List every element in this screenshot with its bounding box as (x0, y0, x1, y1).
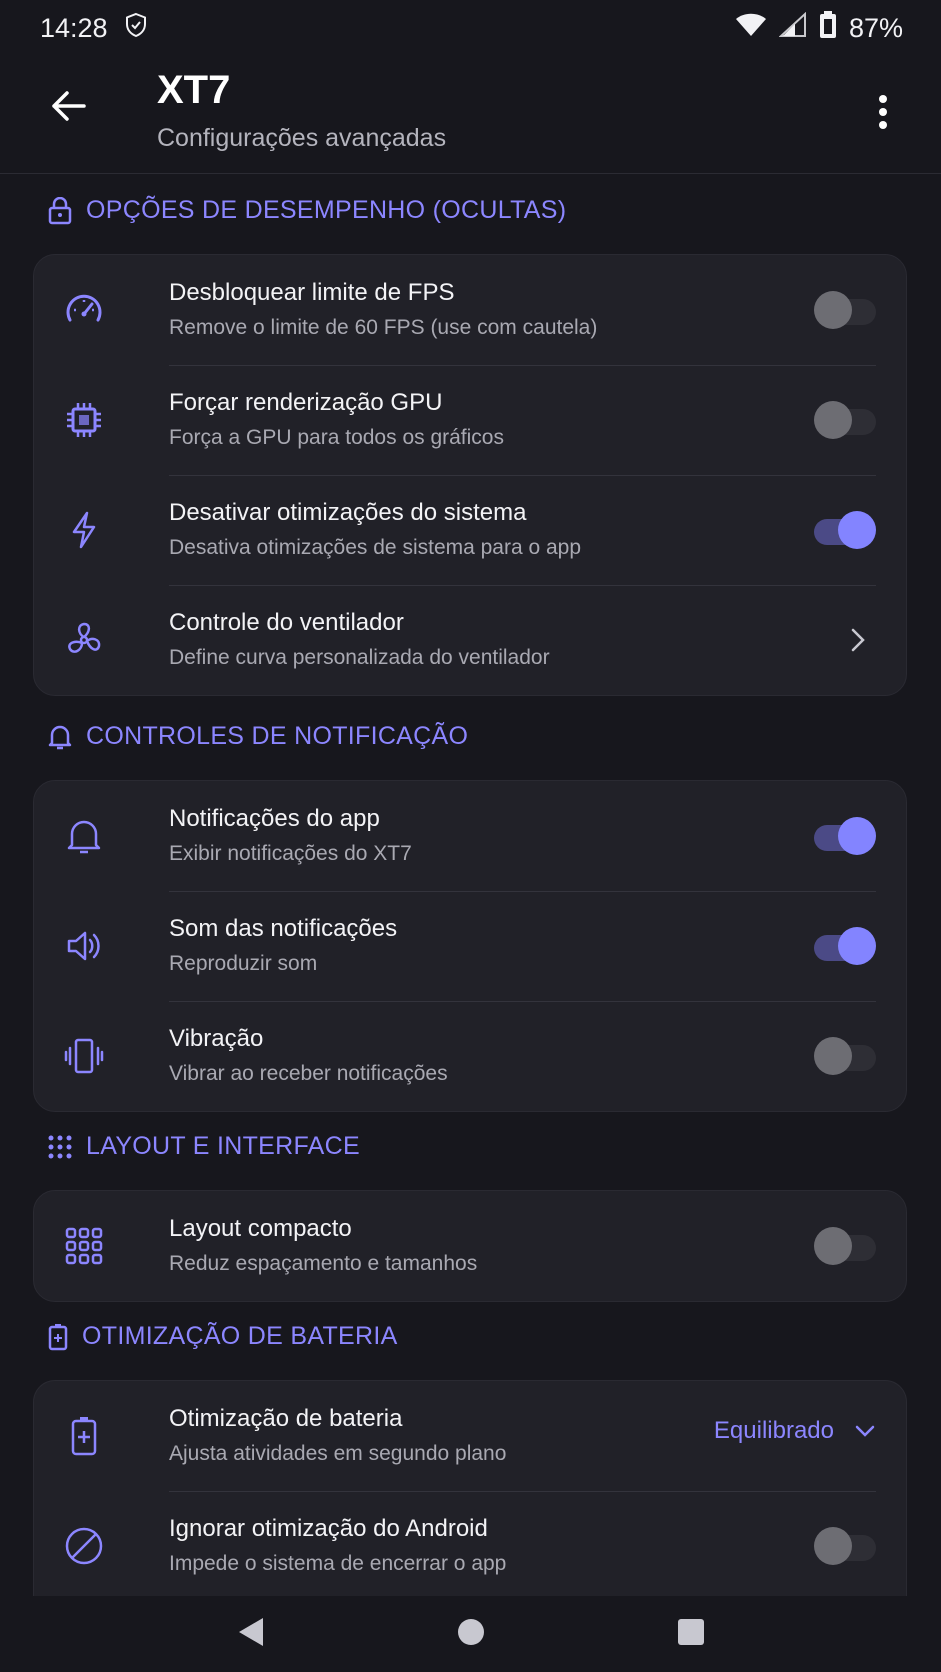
battery-mode-dropdown[interactable]: Equilibrado (714, 1417, 876, 1445)
triangle-back-icon (238, 1617, 263, 1646)
section-header-performance: OPÇÕES DE DESEMPENHO (OCULTAS) (48, 196, 566, 225)
setting-title: Notificações do app (169, 805, 380, 832)
fps-unlock-toggle[interactable] (814, 291, 876, 329)
section-header-notifications: CONTROLES DE NOTIFICAÇÃO (48, 722, 468, 751)
section-title: OTIMIZAÇÃO DE BATERIA (82, 1322, 398, 1350)
speedometer-icon (64, 290, 104, 330)
setting-row-compact-layout[interactable]: Layout compacto Reduz espaçamento e tama… (34, 1191, 906, 1301)
fan-icon (64, 620, 104, 660)
bell-icon (48, 725, 72, 749)
section-title: OPÇÕES DE DESEMPENHO (OCULTAS) (86, 196, 567, 224)
nav-home-button[interactable] (456, 1617, 486, 1652)
card-battery: Otimização de bateria Ajusta atividades … (33, 1380, 907, 1596)
grid-dots-icon (48, 1135, 72, 1158)
setting-subtitle: Exibir notificações do XT7 (169, 842, 412, 865)
block-icon (64, 1526, 104, 1566)
setting-subtitle: Define curva personalizada do ventilador (169, 646, 550, 669)
more-vert-icon (879, 95, 887, 129)
setting-title: Layout compacto (169, 1215, 352, 1242)
battery-icon (48, 1323, 68, 1350)
setting-subtitle: Reproduzir som (169, 952, 318, 975)
section-header-layout: LAYOUT E INTERFACE (48, 1132, 360, 1161)
compact-layout-toggle[interactable] (814, 1227, 876, 1265)
setting-subtitle: Impede o sistema de encerrar o app (169, 1552, 507, 1575)
setting-title: Desbloquear limite de FPS (169, 279, 455, 306)
setting-title: Forçar renderização GPU (169, 389, 443, 416)
chevron-down-icon (855, 1425, 875, 1437)
setting-row-battery-optim[interactable]: Otimização de bateria Ajusta atividades … (34, 1381, 906, 1491)
nav-back-button[interactable] (235, 1615, 267, 1654)
notification-sound-toggle[interactable] (814, 927, 876, 965)
status-time: 14:28 (40, 12, 108, 43)
page-title: XT7 (157, 68, 231, 112)
vibration-toggle[interactable] (814, 1037, 876, 1075)
setting-row-gpu[interactable]: Forçar renderização GPU Força a GPU para… (34, 365, 906, 475)
card-notifications: Notificações do app Exibir notificações … (33, 780, 907, 1112)
app-bar: XT7 Configurações avançadas (0, 56, 941, 174)
speaker-icon (64, 926, 104, 966)
setting-title: Vibração (169, 1025, 264, 1052)
setting-title: Som das notificações (169, 915, 398, 942)
setting-row-app-notif[interactable]: Notificações do app Exibir notificações … (34, 781, 906, 891)
system-nav-bar (0, 1596, 941, 1672)
setting-subtitle: Vibrar ao receber notificações (169, 1062, 448, 1085)
vibrate-icon (64, 1036, 104, 1076)
setting-subtitle: Reduz espaçamento e tamanhos (169, 1252, 478, 1275)
battery-icon (64, 1416, 104, 1456)
setting-subtitle: Desativa otimizações de sistema para o a… (169, 536, 582, 559)
wifi-icon (735, 12, 767, 45)
signal-icon (778, 11, 807, 45)
setting-title: Otimização de bateria (169, 1405, 403, 1432)
setting-title: Ignorar otimização do Android (169, 1515, 488, 1542)
lightning-icon (64, 510, 104, 550)
ignore-android-optim-toggle[interactable] (814, 1527, 876, 1565)
status-bar: 14:28 87% (0, 0, 941, 56)
shield-icon (124, 12, 148, 45)
circle-home-icon (458, 1618, 485, 1645)
back-button[interactable] (42, 80, 94, 132)
page-subtitle: Configurações avançadas (157, 124, 447, 152)
setting-row-fan[interactable]: Controle do ventilador Define curva pers… (34, 585, 906, 695)
section-title: CONTROLES DE NOTIFICAÇÃO (86, 722, 469, 750)
setting-row-fps[interactable]: Desbloquear limite de FPS Remove o limit… (34, 255, 906, 365)
battery-percent: 87% (848, 12, 903, 43)
chip-icon (64, 400, 104, 440)
more-options-button[interactable] (863, 90, 903, 134)
nav-recents-button[interactable] (676, 1617, 706, 1652)
setting-title: Controle do ventilador (169, 609, 404, 636)
battery-status-icon (819, 10, 837, 46)
setting-subtitle: Ajusta atividades em segundo plano (169, 1442, 507, 1465)
arrow-left-icon (52, 91, 86, 121)
bell-icon (64, 816, 104, 856)
setting-row-ignore-android-optim[interactable]: Ignorar otimização do Android Impede o s… (34, 1491, 906, 1596)
setting-row-notif-sound[interactable]: Som das notificações Reproduzir som (34, 891, 906, 1001)
chevron-right-icon[interactable] (842, 625, 872, 655)
setting-subtitle: Força a GPU para todos os gráficos (169, 426, 504, 449)
dropdown-value: Equilibrado (713, 1417, 834, 1444)
section-header-battery: OTIMIZAÇÃO DE BATERIA (48, 1322, 398, 1351)
setting-title: Desativar otimizações do sistema (169, 499, 527, 526)
grid-icon (64, 1226, 104, 1266)
section-title: LAYOUT E INTERFACE (86, 1132, 360, 1160)
app-notifications-toggle[interactable] (814, 817, 876, 855)
disable-optim-toggle[interactable] (814, 511, 876, 549)
setting-row-system-optim[interactable]: Desativar otimizações do sistema Desativ… (34, 475, 906, 585)
setting-subtitle: Remove o limite de 60 FPS (use com caute… (169, 316, 598, 339)
card-layout: Layout compacto Reduz espaçamento e tama… (33, 1190, 907, 1302)
square-recents-icon (678, 1618, 705, 1645)
card-performance: Desbloquear limite de FPS Remove o limit… (33, 254, 907, 696)
gpu-render-toggle[interactable] (814, 401, 876, 439)
lock-icon (48, 196, 72, 224)
setting-row-vibration[interactable]: Vibração Vibrar ao receber notificações (34, 1001, 906, 1111)
